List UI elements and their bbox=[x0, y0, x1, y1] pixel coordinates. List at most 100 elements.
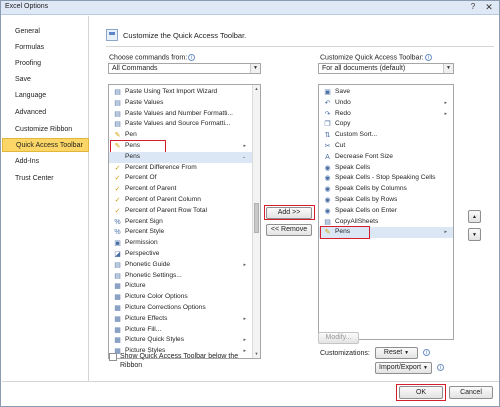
list-item[interactable]: ◉ Speak Cells on Enter bbox=[319, 206, 453, 217]
perspective-icon: ◪ bbox=[114, 251, 121, 258]
list-item[interactable]: Pens ⌄ bbox=[109, 151, 252, 163]
list-item[interactable]: ▤ Paste Values bbox=[109, 98, 252, 109]
available-commands-list[interactable]: ▲ ▼ ▤ Paste Using Text Import Wizard ▤ Past… bbox=[108, 84, 261, 359]
list-item[interactable]: ✓ Percent of Parent bbox=[109, 184, 252, 195]
list-item[interactable]: ▦ Picture bbox=[109, 281, 252, 292]
scroll-up-icon[interactable]: ▲ bbox=[253, 85, 260, 93]
list-item-label: Percent of Parent bbox=[125, 185, 177, 193]
chevron-right-icon: ▸ bbox=[444, 110, 447, 117]
ok-button[interactable]: OK bbox=[399, 386, 443, 399]
list-item[interactable]: ⇅ Custom Sort... bbox=[319, 130, 453, 141]
sidebar-item-trust-center[interactable]: Trust Center bbox=[2, 172, 89, 186]
chevron-down-icon: ▼ bbox=[423, 365, 428, 371]
list-item-label: Picture Color Options bbox=[125, 293, 188, 301]
list-item-label: Paste Values and Source Formatti... bbox=[125, 120, 231, 128]
list-item[interactable]: ▦ Picture Effects ▸ bbox=[109, 314, 252, 325]
picture-icon: ▦ bbox=[114, 283, 121, 291]
sidebar-item-advanced[interactable]: Advanced bbox=[2, 106, 89, 120]
chevron-down-icon: ⌄ bbox=[241, 153, 246, 160]
list-item[interactable]: ◪ Perspective bbox=[109, 249, 252, 260]
sidebar-item-formulas[interactable]: Formulas bbox=[2, 41, 89, 55]
choose-commands-dropdown[interactable]: All Commands ▼ bbox=[108, 63, 261, 74]
remove-button[interactable]: << Remove bbox=[266, 224, 312, 236]
list-item[interactable]: ▦ Picture Quick Styles ▸ bbox=[109, 335, 252, 346]
list-item[interactable]: ❐ Copy bbox=[319, 119, 453, 130]
list-item-label: Picture Fill... bbox=[125, 325, 162, 333]
close-icon[interactable]: ✕ bbox=[483, 2, 495, 13]
list-item[interactable]: ↷ Redo ▸ bbox=[319, 109, 453, 120]
list-item[interactable]: ✂ Cut bbox=[319, 141, 453, 152]
move-down-button[interactable]: ▼ bbox=[468, 228, 481, 241]
list-item-label: Picture Quick Styles bbox=[125, 336, 184, 344]
chevron-right-icon: ▸ bbox=[243, 261, 246, 268]
list-item[interactable]: ▦ Picture Corrections Options bbox=[109, 303, 252, 314]
list-item[interactable]: ◉ Speak Cells - Stop Speaking Cells bbox=[319, 173, 453, 184]
modify-button[interactable]: Modify... bbox=[318, 332, 359, 344]
list-item-label: Percent Sign bbox=[125, 217, 163, 225]
commands-scrollbar[interactable]: ▲ ▼ bbox=[252, 85, 260, 358]
sidebar-item-proofing[interactable]: Proofing bbox=[2, 57, 89, 71]
speak-rows-icon: ◉ bbox=[324, 197, 331, 204]
list-item[interactable]: ▤ Paste Values and Source Formatti... bbox=[109, 119, 252, 130]
macro-icon: ▤ bbox=[324, 218, 331, 226]
sidebar-item-add-ins[interactable]: Add-Ins bbox=[2, 155, 89, 169]
list-item-label: Speak Cells bbox=[335, 163, 371, 171]
chevron-right-icon: ▸ bbox=[444, 99, 447, 106]
reset-button[interactable]: Reset ▼ bbox=[375, 347, 418, 359]
chevron-down-icon[interactable]: ▼ bbox=[443, 64, 453, 73]
sidebar-item-customize-ribbon[interactable]: Customize Ribbon bbox=[2, 123, 89, 137]
list-item-label: Cut bbox=[335, 142, 346, 149]
options-sidebar: General Formulas Proofing Save Language Advan… bbox=[2, 16, 89, 381]
sidebar-item-language[interactable]: Language bbox=[2, 89, 89, 103]
scroll-down-icon[interactable]: ▼ bbox=[253, 350, 260, 358]
picture-corrections-icon: ▦ bbox=[114, 305, 121, 312]
list-item-label: Permission bbox=[125, 239, 158, 247]
chevron-down-icon[interactable]: ▼ bbox=[250, 64, 260, 73]
list-item[interactable]: ✓ Percent of Parent Row Total bbox=[109, 206, 252, 217]
sidebar-item-general[interactable]: General bbox=[2, 25, 89, 39]
customize-qat-dropdown[interactable]: For all documents (default) ▼ bbox=[318, 63, 454, 74]
import-export-button[interactable]: Import/Export ▼ bbox=[375, 362, 432, 374]
list-item[interactable]: ◉ Speak Cells by Rows bbox=[319, 195, 453, 206]
sidebar-item-save[interactable]: Save bbox=[2, 73, 89, 87]
show-qat-line-2: Ribbon bbox=[120, 362, 143, 369]
list-item[interactable]: ◉ Speak Cells by Columns bbox=[319, 184, 453, 195]
list-item-label: Undo bbox=[335, 98, 351, 106]
info-icon: i bbox=[424, 54, 432, 61]
picture-styles-icon: ▦ bbox=[114, 337, 121, 345]
list-item-label: Picture Effects bbox=[125, 314, 168, 322]
list-item[interactable]: % Percent Sign bbox=[109, 217, 252, 228]
list-item[interactable]: ▤ Phonetic Settings... bbox=[109, 271, 252, 282]
list-item[interactable]: ▤ Paste Values and Number Formatti... bbox=[109, 109, 252, 120]
phonetic-settings-icon: ▤ bbox=[114, 272, 121, 280]
qat-commands-list[interactable]: ▣ Save ↶ Undo ▸ ↷ Redo ▸ ❐ Copy ⇅ Custom Sort... ✂ Cu… bbox=[318, 84, 454, 340]
list-item[interactable]: ▤ Phonetic Guide ▸ bbox=[109, 260, 252, 271]
list-item[interactable]: % Percent Style bbox=[109, 227, 252, 238]
list-item[interactable]: ✓ Percent of Parent Column bbox=[109, 195, 252, 206]
list-item[interactable]: ✓ Percent Of bbox=[109, 173, 252, 184]
list-item[interactable]: ◉ Speak Cells bbox=[319, 163, 453, 174]
cut-icon: ✂ bbox=[324, 143, 331, 150]
customize-qat-value: For all documents (default) bbox=[322, 65, 406, 72]
help-icon[interactable]: ? bbox=[467, 2, 479, 13]
list-item[interactable]: ▣ Permission bbox=[109, 238, 252, 249]
list-item-label: Percent Style bbox=[125, 228, 165, 236]
cancel-button[interactable]: Cancel bbox=[449, 386, 493, 399]
list-item[interactable]: A Decrease Font Size bbox=[319, 152, 453, 163]
sidebar-item-quick-access-toolbar[interactable]: Quick Access Toolbar bbox=[2, 138, 89, 152]
list-item[interactable]: ▣ Save bbox=[319, 87, 453, 98]
page-title: Customize the Quick Access Toolbar. bbox=[123, 31, 247, 40]
customizations-label: Customizations: bbox=[320, 350, 370, 357]
list-item[interactable]: ▤ Paste Using Text Import Wizard bbox=[109, 87, 252, 98]
list-item[interactable]: ✓ Percent Difference From bbox=[109, 163, 252, 174]
show-qat-below-ribbon-checkbox[interactable] bbox=[109, 353, 117, 361]
list-item-label: Decrease Font Size bbox=[335, 152, 393, 160]
undo-icon: ↶ bbox=[324, 99, 331, 107]
move-up-button[interactable]: ▲ bbox=[468, 210, 481, 223]
list-item[interactable]: ▦ Picture Color Options bbox=[109, 292, 252, 303]
list-item[interactable]: ▦ Picture Fill... bbox=[109, 325, 252, 336]
add-button[interactable]: Add >> bbox=[266, 207, 312, 219]
list-item[interactable]: ↶ Undo ▸ bbox=[319, 98, 453, 109]
info-icon: i bbox=[423, 349, 430, 356]
scroll-thumb[interactable] bbox=[254, 203, 259, 233]
